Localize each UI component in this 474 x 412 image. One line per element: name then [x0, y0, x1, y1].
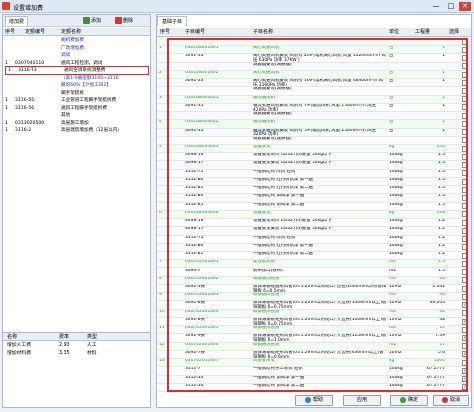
- tree-row[interactable]: 其他: [3, 112, 150, 119]
- add-icon: [83, 17, 90, 24]
- right-grid-header: 序号 子目编号 子目名称 单位 工程量 选择: [157, 28, 471, 37]
- close-button[interactable]: ✕: [459, 2, 471, 11]
- tree-name: 通风工程脚手架搭拆费: [61, 105, 107, 111]
- tree-row[interactable]: 调试: [3, 52, 150, 59]
- fee-rate[interactable]: 3.35: [59, 350, 70, 357]
- fee-col-name: 名称: [7, 334, 18, 340]
- delete-label: 删除: [123, 18, 134, 24]
- col-name: 定额名称: [61, 29, 82, 35]
- left-toolbar: 增加费 添加 删除: [3, 15, 150, 27]
- right-panel: 基础子目 序号 子目编号 子目名称 单位 工程量 选择 1 03010800100…: [156, 14, 472, 408]
- tree-name: 脚手架搭拆: [61, 90, 84, 96]
- fee-rate[interactable]: 2.93: [59, 342, 70, 349]
- fee-col-rate: 费率: [59, 334, 70, 340]
- fee-type: 材料: [87, 351, 97, 356]
- help-button[interactable]: 帮助: [295, 395, 333, 406]
- highlight-box: [167, 38, 468, 392]
- col-seq: 序号: [160, 29, 171, 35]
- tab-base-items[interactable]: 基础子目: [157, 16, 188, 26]
- minimize-button[interactable]: —: [430, 2, 442, 11]
- tab-surcharge[interactable]: 增加费: [5, 16, 29, 26]
- ok-button[interactable]: 确定: [390, 395, 428, 406]
- tree-name: 通风空调系统调整费: [64, 68, 106, 73]
- tree-row[interactable]: 1 3116-56 通风工程脚手架搭拆费: [3, 105, 150, 112]
- tree-name: 厢机费加费: [61, 38, 84, 43]
- apply-label: 应用: [356, 397, 367, 403]
- help-icon: [304, 396, 311, 403]
- col-code: 子目编号: [185, 29, 206, 35]
- col-code: 定额编号: [25, 29, 46, 35]
- cancel-button[interactable]: 取消: [433, 395, 469, 406]
- cancel-icon: [441, 396, 448, 403]
- col-qty: 工程量: [415, 29, 431, 35]
- dialog-window: 设置增加费 — □ ✕ 增加费 添加 删除 序号 定额编号 定额名称 厢机费加费…: [0, 0, 474, 412]
- tree-name: 册的60%【计划工日2】: [61, 83, 111, 88]
- tree-code: 0307040110: [15, 60, 45, 66]
- fee-row[interactable]: 增加材料费 3.35 材料: [3, 350, 150, 357]
- title-bar: 设置增加费 — □ ✕: [0, 0, 474, 13]
- col-seq: 序号: [5, 29, 16, 35]
- tree-code: 0313020500: [15, 120, 45, 126]
- tree-row[interactable]: 1 3116-55 工业管道工程脚手架搭拆费: [3, 97, 150, 104]
- left-panel: 增加费 添加 删除 序号 定额编号 定额名称 厢机费加费 厂改增加费 调试 1 0307…: [2, 14, 151, 408]
- window-title: 设置增加费: [13, 5, 44, 12]
- delete-icon: [115, 17, 122, 24]
- tree-name: 厂改增加费: [61, 45, 84, 51]
- fee-name: 增加材料费: [7, 351, 31, 356]
- tree-row[interactable]: 1 3116-2 高层建筑增加费（12层以内）: [3, 127, 150, 134]
- app-icon: [2, 2, 10, 10]
- tree-code: 3116-55: [15, 98, 35, 103]
- tree-name: 工业管道工程脚手架搭拆费: [61, 98, 117, 103]
- left-grid-header: 序号 定额编号 定额名称: [3, 28, 150, 36]
- tree-name: 调试: [61, 53, 71, 58]
- add-button[interactable]: 添加: [83, 17, 101, 25]
- fee-type: 人工: [87, 343, 97, 348]
- tree-name: （第1-5册定额3105~3116: [61, 75, 119, 81]
- dialog-buttons: 帮助 应用 确定 取消: [157, 394, 471, 407]
- maximize-button[interactable]: □: [445, 2, 457, 11]
- tree-row[interactable]: 册的60%【计划工日2】: [3, 82, 150, 89]
- tree-row[interactable]: 厢机费加费: [3, 37, 150, 44]
- fee-col-type: 类型: [87, 334, 98, 340]
- help-label: 帮助: [312, 397, 323, 403]
- cancel-label: 取消: [449, 397, 460, 403]
- tree-row[interactable]: 1 3116-T3 通风空调系统调整费: [5, 66, 149, 75]
- fee-table: 名称 费率 类型 增加人工费 2.93 人工 增加材料费 3.35 材料: [3, 332, 150, 407]
- tree-name: 通风工程检测，调试: [61, 60, 103, 66]
- check-icon: [399, 396, 406, 403]
- tree-code: 3116-56: [15, 105, 35, 111]
- tree-row[interactable]: 脚手架搭拆: [3, 90, 150, 97]
- fee-row[interactable]: 增加人工费 2.93 人工: [3, 342, 150, 349]
- tree-name: 高层建筑增加费（12层以内）: [61, 128, 122, 133]
- tree-row[interactable]: 1 0313020500 高层施工增加: [3, 120, 150, 127]
- tree-name: 其他: [61, 113, 71, 118]
- tree-code: 3116-T3: [18, 68, 37, 73]
- tree-row[interactable]: 厂改增加费: [3, 45, 150, 52]
- tree-row[interactable]: 1 0307040110 通风工程检测，调试: [3, 60, 150, 67]
- col-name: 子目名称: [253, 29, 274, 35]
- tree-name: 高层施工增加: [61, 120, 89, 126]
- fee-header: 名称 费率 类型: [3, 333, 150, 341]
- col-unit: 单位: [389, 29, 400, 35]
- col-select: 选择: [449, 29, 460, 35]
- add-label: 添加: [91, 18, 102, 24]
- tree-code: 3116-2: [15, 128, 32, 133]
- ok-label: 确定: [407, 397, 418, 403]
- apply-button[interactable]: 应用: [343, 395, 381, 406]
- tree-row[interactable]: （第1-5册定额3105~3116: [3, 75, 150, 82]
- delete-button[interactable]: 删除: [115, 17, 133, 25]
- fee-name: 增加人工费: [7, 343, 31, 348]
